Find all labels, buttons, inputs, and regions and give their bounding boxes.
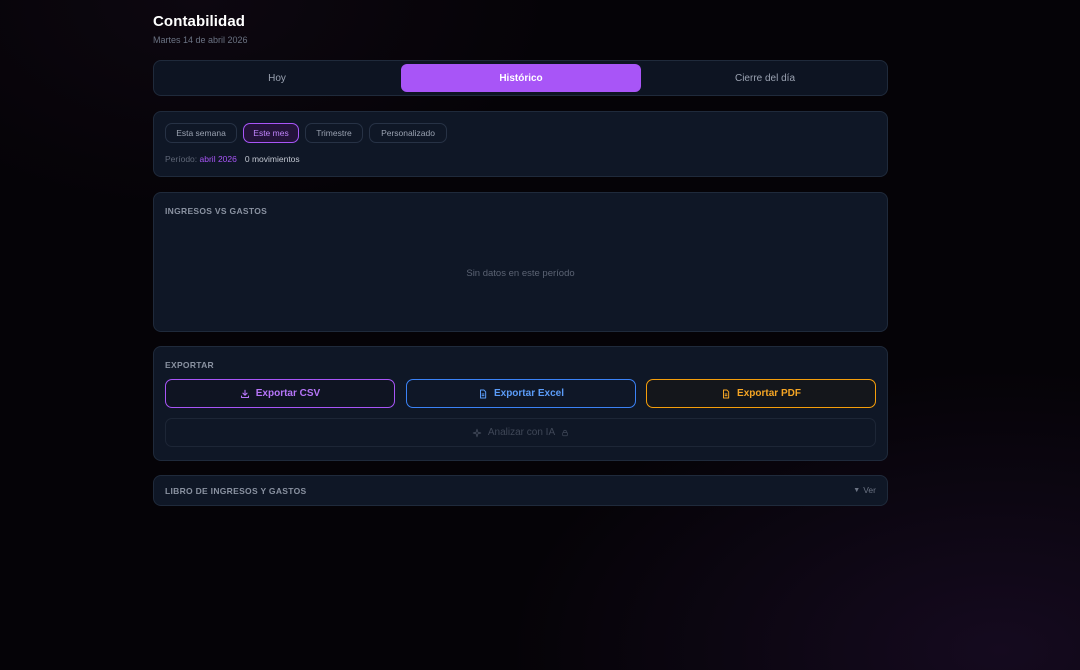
export-excel-button[interactable]: Exportar Excel <box>406 379 636 408</box>
ledger-toggle[interactable]: ▼ Ver <box>853 485 876 495</box>
period-label: Período: <box>165 154 198 164</box>
export-csv-button[interactable]: Exportar CSV <box>165 379 395 408</box>
filter-esta-semana[interactable]: Esta semana <box>165 123 237 143</box>
page-title: Contabilidad <box>153 13 246 30</box>
document-icon <box>723 389 730 398</box>
ledger-card[interactable]: LIBRO DE INGRESOS Y GASTOS ▼ Ver <box>153 475 888 506</box>
sparkle-icon <box>472 428 482 437</box>
export-csv-label: Exportar CSV <box>255 388 321 399</box>
analyze-with-ai-button[interactable]: Analizar con IA <box>165 418 876 447</box>
filter-personalizado[interactable]: Personalizado <box>369 123 447 143</box>
period-filter-card: Esta semana Este mes Trimestre Personali… <box>153 111 888 177</box>
export-pdf-button[interactable]: Exportar PDF <box>646 379 876 408</box>
analyze-with-ai-label: Analizar con IA <box>487 427 556 438</box>
export-card-title: EXPORTAR <box>165 360 214 370</box>
view-tabs: Hoy Histórico Cierre del día <box>153 60 888 96</box>
filter-trimestre[interactable]: Trimestre <box>305 123 363 143</box>
empty-state-text: Sin datos en este período <box>466 268 575 279</box>
period-value: abril 2026 <box>199 154 237 164</box>
export-card: EXPORTAR Exportar CSV Exportar Excel Exp… <box>153 346 888 461</box>
filter-este-mes[interactable]: Este mes <box>243 123 299 143</box>
export-pdf-label: Exportar PDF <box>737 388 801 399</box>
tab-cierre-del-dia[interactable]: Cierre del día <box>645 64 885 92</box>
page-date: Martes 14 de abril 2026 <box>153 35 248 45</box>
ledger-toggle-label: Ver <box>863 485 876 495</box>
caret-down-icon: ▼ <box>853 486 861 494</box>
download-icon <box>240 389 249 398</box>
tab-hoy[interactable]: Hoy <box>157 64 397 92</box>
chart-card-title: INGRESOS VS GASTOS <box>165 206 268 216</box>
income-vs-expenses-card: INGRESOS VS GASTOS Sin datos en este per… <box>153 192 888 332</box>
export-excel-label: Exportar Excel <box>493 388 565 399</box>
ledger-title: LIBRO DE INGRESOS Y GASTOS <box>165 486 307 496</box>
movements-count: 0 movimientos <box>244 154 300 164</box>
period-summary: Período: abril 2026 0 movimientos <box>165 154 300 164</box>
document-icon <box>479 389 487 398</box>
tab-historico[interactable]: Histórico <box>401 64 641 92</box>
lock-icon <box>562 429 568 436</box>
